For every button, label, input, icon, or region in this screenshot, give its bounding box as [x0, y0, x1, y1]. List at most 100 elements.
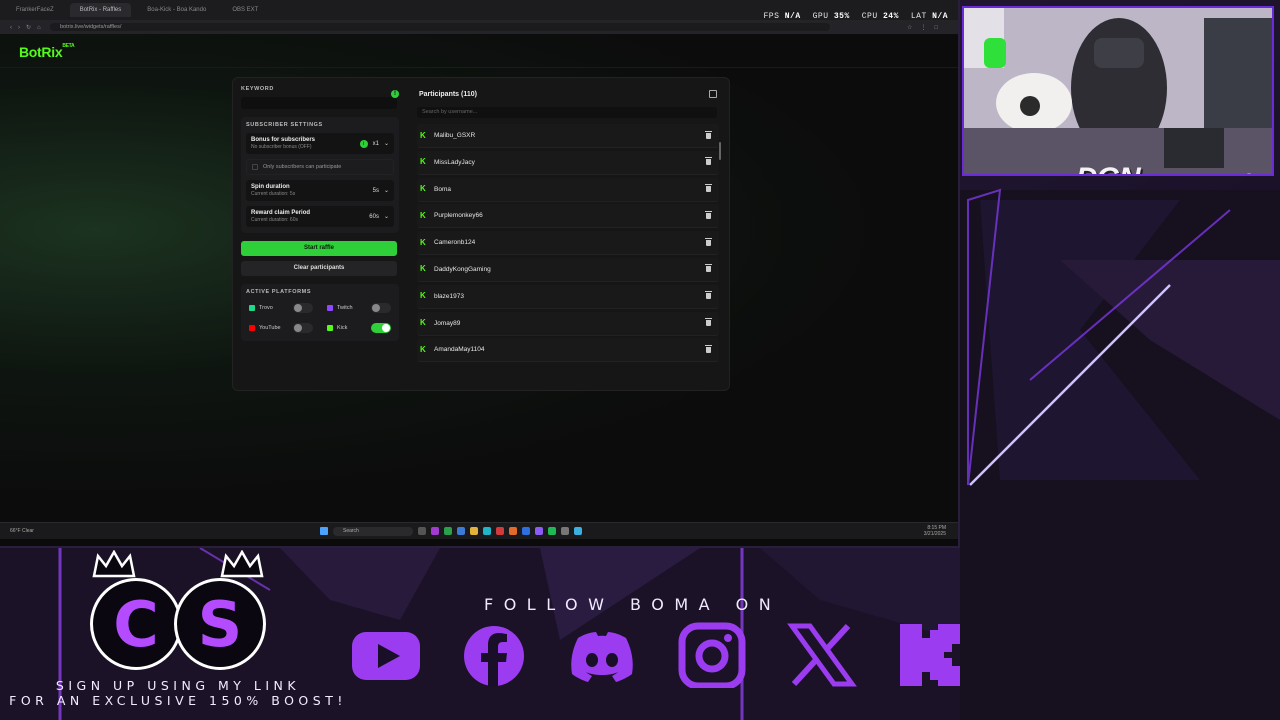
trovo-toggle[interactable] — [293, 303, 313, 313]
signup-line-2: FOR AN EXCLUSIVE 150% BOOST! — [9, 693, 347, 708]
trash-icon[interactable] — [705, 210, 712, 219]
trash-icon[interactable] — [705, 318, 712, 327]
trovo-icon — [249, 305, 255, 311]
keyword-input[interactable] — [241, 97, 397, 109]
browser-tab-active[interactable]: BotRix - Raffles — [69, 3, 132, 17]
kick-icon — [327, 325, 333, 331]
app-icon[interactable] — [457, 527, 465, 535]
weather-widget[interactable]: 66°F Clear — [0, 528, 320, 534]
platform-name: Twitch — [337, 305, 353, 311]
follow-heading: FOLLOW BOMA ON — [484, 595, 782, 614]
app-icon[interactable] — [496, 527, 504, 535]
kick-toggle[interactable] — [371, 323, 391, 333]
participant-name: blaze1973 — [434, 292, 464, 300]
signup-line-1: SIGN UP USING MY LINK — [55, 678, 301, 693]
discord-icon — [571, 632, 633, 682]
participants-title: Participants (110) — [419, 90, 477, 98]
participant-name: Cameronb124 — [434, 239, 476, 247]
bonus-select[interactable]: i x1 ⌄ — [359, 139, 389, 148]
list-scrollbar[interactable] — [719, 142, 721, 160]
chevron-down-icon: ⌄ — [383, 141, 389, 147]
list-item: K Malibu_GSXR — [417, 124, 719, 148]
reward-row: Reward claim Period Current duration: 60… — [246, 206, 394, 227]
twitch-toggle[interactable] — [371, 303, 391, 313]
trash-icon[interactable] — [705, 184, 712, 193]
trash-icon[interactable] — [705, 237, 712, 246]
app-icon[interactable] — [574, 527, 582, 535]
kick-icon: K — [420, 318, 426, 328]
windows-start-icon[interactable] — [320, 527, 328, 535]
x-icon — [787, 623, 857, 687]
desktop-capture: FrankerFaceZ BotRix - Raffles Boa-Kick -… — [0, 0, 960, 548]
kick-icon — [900, 624, 960, 686]
platform-kick: Kick — [324, 321, 394, 335]
page-header: BotRixBETA — [0, 34, 958, 68]
webcam-feed: DGN — [962, 6, 1274, 176]
app-icon[interactable] — [509, 527, 517, 535]
start-raffle-button[interactable]: Start raffle — [241, 241, 397, 256]
trash-icon[interactable] — [705, 130, 712, 139]
youtube-toggle[interactable] — [293, 323, 313, 333]
botrix-page: BotRixBETA KEYWORD ! SUBSCRIBER SETTINGS… — [0, 34, 958, 522]
subscriber-settings-label: SUBSCRIBER SETTINGS — [246, 122, 323, 128]
reward-value: 60s — [369, 213, 379, 220]
kick-icon: K — [420, 344, 426, 354]
app-icon[interactable] — [418, 527, 426, 535]
browser-tab[interactable]: FrankerFaceZ — [6, 3, 64, 17]
only-subs-label: Only subscribers can participate — [263, 164, 342, 170]
nav-buttons-icon[interactable]: ‹›↻⌂ — [0, 24, 50, 31]
kick-icon: K — [420, 237, 426, 247]
keyword-label: KEYWORD — [241, 86, 274, 92]
list-item: K MissLadyJacy — [417, 150, 719, 175]
bonus-row: Bonus for subscribers No subscriber bonu… — [246, 133, 394, 154]
facebook-icon — [464, 626, 524, 686]
browser-tab[interactable]: OBS EXT — [222, 3, 268, 17]
windows-taskbar: 66°F Clear Search 8:15 PM 3/21/2025 — [0, 522, 958, 539]
kick-icon: K — [420, 130, 426, 140]
trash-icon[interactable] — [705, 344, 712, 353]
info-icon[interactable]: i — [359, 139, 368, 148]
system-tray[interactable]: 8:15 PM 3/21/2025 — [924, 525, 958, 537]
reward-select[interactable]: 60s ⌄ — [369, 213, 389, 221]
kick-icon: K — [420, 210, 426, 220]
list-item: K Boma — [417, 177, 719, 202]
platform-name: Trovo — [259, 305, 273, 311]
participant-name: Malibu_GSXR — [434, 132, 476, 139]
list-item: K Jomay89 — [417, 311, 719, 336]
botrix-logo[interactable]: BotRixBETA — [19, 43, 75, 60]
only-subs-checkbox[interactable]: Only subscribers can participate — [246, 159, 394, 175]
browser-tab[interactable]: Boa-Kick - Boa Kando — [137, 3, 216, 17]
platform-name: Kick — [337, 325, 348, 331]
taskbar-search[interactable]: Search — [333, 526, 413, 536]
toolbar-icons[interactable]: ☆⋮□ — [907, 24, 958, 31]
url-field[interactable]: botrix.live/widgets/raffles/ — [50, 23, 830, 31]
raffle-card: KEYWORD ! SUBSCRIBER SETTINGS Bonus for … — [232, 77, 730, 391]
checkbox-icon[interactable] — [252, 164, 258, 170]
spotify-icon[interactable] — [548, 527, 556, 535]
active-platforms: ACTIVE PLATFORMS Trovo Twitch YouTube Ki… — [241, 284, 399, 341]
app-icon[interactable] — [561, 527, 569, 535]
kick-icon: K — [420, 291, 426, 301]
info-icon[interactable]: ! — [391, 90, 399, 98]
trash-icon[interactable] — [705, 264, 712, 273]
app-icon[interactable] — [470, 527, 478, 535]
copy-icon[interactable] — [709, 90, 717, 98]
app-icon[interactable] — [522, 527, 530, 535]
webcam-scene — [964, 8, 1272, 174]
app-icon[interactable] — [535, 527, 543, 535]
subscriber-settings: SUBSCRIBER SETTINGS Bonus for subscriber… — [241, 117, 399, 233]
trash-icon[interactable] — [705, 291, 712, 300]
app-icon[interactable] — [444, 527, 452, 535]
spin-title: Spin duration — [251, 184, 290, 190]
twitch-icon — [327, 305, 333, 311]
participant-list: K Malibu_GSXR K MissLadyJacy K Boma K Purple… — [417, 124, 719, 376]
platform-trovo: Trovo — [246, 301, 316, 315]
app-icon[interactable] — [431, 527, 439, 535]
trash-icon[interactable] — [705, 157, 712, 166]
app-icon[interactable] — [483, 527, 491, 535]
clear-participants-button[interactable]: Clear participants — [241, 261, 397, 276]
participant-search-input[interactable]: Search by username... — [417, 107, 717, 118]
spin-select[interactable]: 5s ⌄ — [373, 187, 389, 195]
signup-text: SIGN UP USING MY LINK FOR AN EXCLUSIVE 1… — [0, 678, 356, 708]
instagram-icon — [678, 622, 746, 688]
